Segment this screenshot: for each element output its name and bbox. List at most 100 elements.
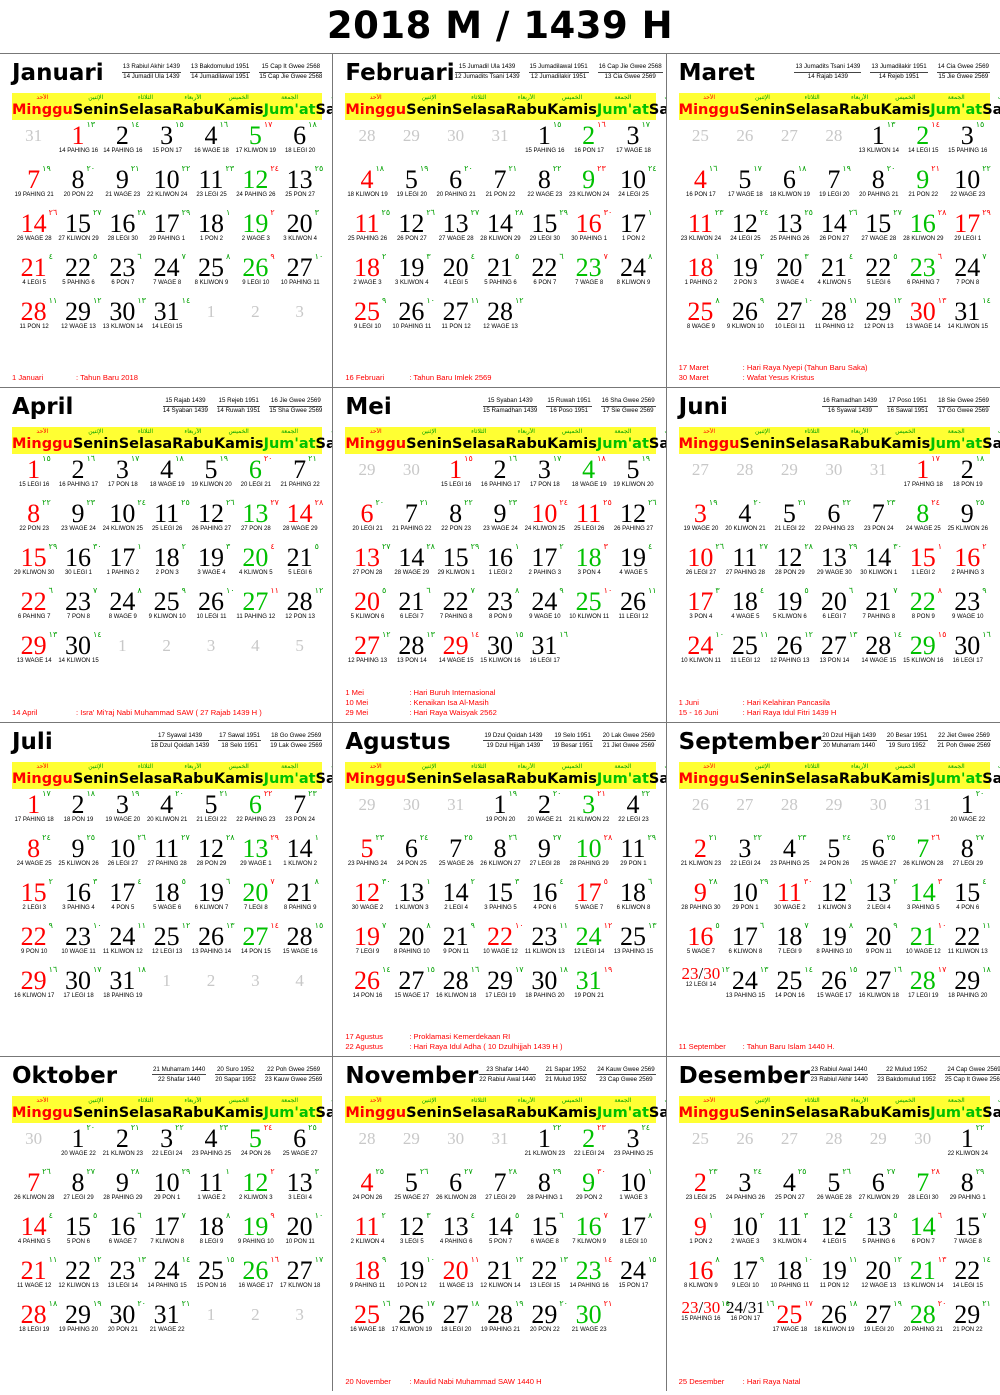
day-cell[interactable]: 15 ٦ 6 WAGE 8 — [523, 1211, 567, 1256]
day-cell[interactable]: 26 ١٧ 17 KLIWON 19 — [390, 1299, 435, 1344]
day-cell[interactable]: 29 ١٤ 14 WAGE 15 — [434, 630, 479, 675]
day-cell[interactable]: 10 ٢٤ 24 KLIWON 25 — [523, 498, 568, 543]
day-cell[interactable]: 15 ٢٩ 29 LEGI 30 — [523, 208, 568, 253]
day-cell[interactable]: 8 ٢٠ 20 PON 22 — [56, 164, 100, 209]
day-cell[interactable]: 18 ٢ 2 PON 3 — [145, 542, 189, 587]
day-cell[interactable]: 6 ٢٠ 20 LEGI 21 — [234, 454, 278, 499]
day-cell[interactable]: 23 ٩ 9 WAGE 10 — [946, 586, 990, 631]
day-cell[interactable]: 13 ٢٥ 25 PAHING 26 — [768, 208, 813, 253]
day-cell[interactable]: 30 — [434, 1124, 478, 1168]
day-cell[interactable]: 15 ٧ 7 WAGE 8 — [946, 1211, 990, 1256]
day-cell[interactable]: 9 ٢٥ 25 KLIWON 26 — [56, 833, 100, 878]
day-cell[interactable]: 16 ٤ 4 PON 6 — [523, 877, 567, 922]
day-cell[interactable]: 29 ١٢ 12 PON 13 — [857, 296, 902, 341]
day-cell[interactable]: 14 ٢٨ 28 WAGE 29 — [390, 542, 434, 587]
day-cell[interactable]: 3 — [234, 966, 278, 1010]
day-cell[interactable]: 26 ١٠ 10 LEGI 11 — [189, 586, 235, 631]
day-cell[interactable]: 26 ١٤ 14 PON 16 — [345, 965, 391, 1010]
day-cell[interactable]: 6 ٢٥ 25 WAGE 27 — [278, 1123, 322, 1168]
day-cell[interactable]: 30 — [390, 455, 434, 499]
day-cell[interactable]: 7 ٢١ 21 PAHING 22 — [278, 454, 322, 499]
day-cell[interactable]: 23 ١٣ 13 LEGI 14 — [101, 1255, 146, 1300]
day-cell[interactable]: 12 ٢٨ 28 PON 29 — [768, 542, 813, 587]
day-cell[interactable]: 7 ٢٦ 26 KLIWON 28 — [901, 833, 945, 878]
day-cell[interactable]: 10 ٢٤ 24 KLIWON 25 — [101, 498, 146, 543]
day-cell[interactable]: 11 ٢٥ 25 PAHING 26 — [345, 208, 390, 253]
day-cell[interactable]: 21 ٩ 9 PON 11 — [434, 921, 478, 966]
day-cell[interactable]: 5 ٢٦ 26 WAGE 28 — [812, 1167, 856, 1212]
day-cell[interactable]: 15 ٢ 2 LEGI 3 — [12, 877, 56, 922]
day-cell[interactable]: 1 ١٧ 17 PAHING 18 — [12, 789, 56, 834]
day-cell[interactable]: 1 — [189, 297, 233, 341]
day-cell[interactable]: 24 ١٠ 10 KLIWON 11 — [679, 630, 724, 675]
day-cell[interactable]: 19 ٣ 3 KLIWON 4 — [390, 252, 434, 297]
day-cell[interactable]: 22 ١١ 11 KLIWON 13 — [946, 921, 991, 966]
day-cell[interactable]: 28 ١٢ 12 WAGE 13 — [478, 296, 524, 341]
day-cell[interactable]: 4 ٢٣ 23 PAHING 25 — [768, 833, 812, 878]
day-cell[interactable]: 17 ٤ 4 PON 5 — [101, 877, 145, 922]
day-cell[interactable]: 10 ٢٦ 26 LEGI 27 — [101, 833, 146, 878]
day-cell[interactable]: 4 ١٨ 18 KLIWON 19 — [345, 164, 389, 209]
day-cell[interactable]: 21 ٤ 4 KLIWON 5 — [812, 252, 856, 297]
day-cell[interactable]: 15 ٢٧ 27 WAGE 28 — [857, 208, 902, 253]
day-cell[interactable]: 6 ١٨ 18 LEGI 20 — [278, 120, 322, 165]
day-cell[interactable]: 31 — [434, 790, 478, 834]
day-cell[interactable]: 1 ١٥ 15 LEGI 16 — [12, 454, 56, 499]
day-cell[interactable]: 4 ٢٠ 20 KLIWON 21 — [145, 789, 189, 834]
day-cell[interactable]: 3 — [278, 297, 322, 341]
day-cell[interactable]: 29 ١٦ 16 KLIWON 17 — [12, 965, 57, 1010]
day-cell[interactable]: 23 ٧ 7 PON 8 — [56, 586, 100, 631]
day-cell[interactable]: 28 — [768, 790, 812, 834]
day-cell[interactable]: 7 ٢٣ 23 PON 24 — [278, 789, 322, 834]
day-cell[interactable]: 8 ٢٧ 27 LEGI 29 — [56, 1167, 100, 1212]
day-cell[interactable]: 11 ٢ 2 KLIWON 4 — [345, 1211, 389, 1256]
day-cell[interactable]: 14 ٢٦ 26 PON 27 — [812, 208, 857, 253]
day-cell[interactable] — [567, 297, 611, 341]
day-cell[interactable]: 3 ٢٤ 24 PAHING 26 — [723, 1167, 767, 1212]
day-cell[interactable]: 9 ٢٣ 23 WAGE 24 — [56, 498, 100, 543]
day-cell[interactable]: 2 ٢١ 21 KLIWON 23 — [679, 833, 723, 878]
day-cell[interactable]: 11 ٢٥ 25 LEGI 26 — [567, 498, 612, 543]
day-cell[interactable]: 25 — [679, 1124, 723, 1168]
day-cell[interactable]: 11 ٢٧ 27 PAHING 28 — [723, 542, 768, 587]
day-cell[interactable]: 11 ٢٥ 25 LEGI 26 — [145, 498, 190, 543]
day-cell[interactable]: 17 ٥ 5 WAGE 7 — [567, 877, 611, 922]
day-cell[interactable]: 16 ٨ 8 KLIWON 9 — [679, 1255, 723, 1300]
day-cell[interactable]: 28 ١٨ 18 LEGI 19 — [12, 1299, 57, 1344]
day-cell[interactable]: 20 ٣ 3 KLIWON 4 — [278, 208, 322, 253]
day-cell[interactable]: 27 — [768, 121, 812, 165]
day-cell[interactable]: 19 ٩ 9 PAHING 10 — [234, 1211, 278, 1256]
day-cell[interactable]: 29 ٢٠ 20 PON 22 — [523, 1299, 568, 1344]
day-cell[interactable]: 4 — [278, 966, 322, 1010]
day-cell[interactable]: 26 ١٨ 18 KLIWON 19 — [812, 1299, 857, 1344]
day-cell[interactable]: 28 ١١ 11 PON 12 — [12, 296, 58, 341]
day-cell[interactable]: 28 ١٥ 15 WAGE 16 — [278, 921, 323, 966]
day-cell[interactable]: 17 ٧ 7 KLIWON 8 — [145, 1211, 189, 1256]
day-cell[interactable]: 23 ١١ 11 KLIWON 13 — [523, 921, 568, 966]
day-cell[interactable]: 31 — [478, 1124, 522, 1168]
day-cell[interactable]: 30 ١٣ 13 KLIWON 14 — [101, 296, 146, 341]
day-cell[interactable]: 3 ١٧ 17 PON 18 — [101, 454, 145, 499]
day-cell[interactable]: 17 ١ 1 PON 2 — [611, 208, 655, 253]
day-cell[interactable]: 10 ٢٦ 26 LEGI 27 — [679, 542, 724, 587]
day-cell[interactable]: 12 ٢٤ 24 PAHING 26 — [234, 164, 279, 209]
day-cell[interactable]: 5 ٢٤ 24 PON 26 — [812, 833, 856, 878]
day-cell[interactable]: 24 ٧ 7 WAGE 8 — [145, 252, 189, 297]
day-cell[interactable]: 16 ٦ 6 WAGE 7 — [101, 1211, 145, 1256]
day-cell[interactable]: 18 ٧ 7 LEGI 9 — [768, 921, 812, 966]
day-cell[interactable]: 21 ١٠ 10 WAGE 12 — [901, 921, 946, 966]
day-cell[interactable]: 16 ٣ 3 PAHING 4 — [56, 877, 100, 922]
day-cell[interactable]: 6 ٢٤ 24 PON 25 — [390, 833, 434, 878]
day-cell[interactable]: 31 — [12, 121, 56, 165]
day-cell[interactable]: 18 ٨ 8 LEGI 9 — [189, 1211, 233, 1256]
day-cell[interactable]: 2 ١٦ 16 PAHING 17 — [478, 454, 522, 499]
day-cell[interactable]: 15 ٢٩ 29 KLIWON 30 — [12, 542, 57, 587]
day-cell[interactable]: 27 ١٥ 15 WAGE 17 — [390, 965, 434, 1010]
day-cell[interactable]: 30 — [390, 790, 434, 834]
day-cell[interactable]: 28 — [812, 121, 856, 165]
day-cell[interactable]: 28 — [723, 455, 767, 499]
day-cell[interactable]: 8 ٢٩ 28 PAHING 1 — [523, 1167, 567, 1212]
day-cell[interactable]: 28 — [345, 121, 389, 165]
day-cell[interactable]: 25 ١٧ 17 WAGE 18 — [768, 1299, 813, 1344]
day-cell[interactable]: 20 ١٢ 12 WAGE 13 — [857, 1255, 902, 1300]
